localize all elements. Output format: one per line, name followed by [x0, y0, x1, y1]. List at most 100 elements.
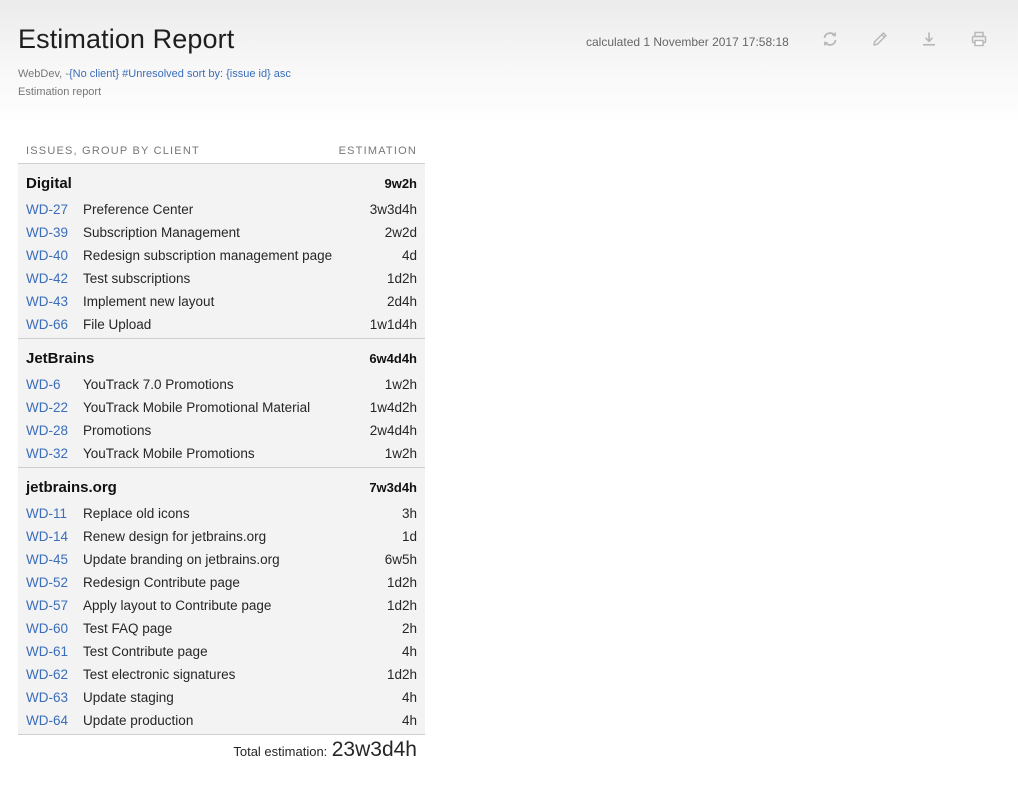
issue-estimation: 2h [401, 621, 417, 636]
issue-summary: Subscription Management [83, 225, 240, 240]
group-name: jetbrains.org [26, 479, 117, 496]
issue-row: WD-62 Test electronic signatures 1d2h [18, 663, 425, 686]
issue-id-link[interactable]: WD-52 [26, 575, 83, 590]
issue-estimation: 4h [401, 713, 417, 728]
group-total: 9w2h [384, 176, 417, 191]
issue-id-link[interactable]: WD-28 [26, 423, 83, 438]
group-name: Digital [26, 175, 72, 192]
issue-id-link[interactable]: WD-22 [26, 400, 83, 415]
issue-id-link[interactable]: WD-40 [26, 248, 83, 263]
issue-estimation: 4d [401, 248, 417, 263]
query-link[interactable]: {No client} #Unresolved sort by: {issue … [69, 68, 291, 80]
issue-row: WD-32 YouTrack Mobile Promotions 1w2h [18, 442, 425, 465]
group-name: JetBrains [26, 350, 95, 367]
calculated-timestamp: calculated 1 November 2017 17:58:18 [586, 35, 789, 49]
report-subtitle: Estimation report [18, 86, 102, 98]
query-project: WebDev, - [18, 68, 69, 80]
issue-summary: YouTrack Mobile Promotional Material [83, 400, 311, 415]
issue-estimation: 2w2d [384, 225, 417, 240]
refresh-icon[interactable] [819, 28, 841, 50]
issue-id-link[interactable]: WD-39 [26, 225, 83, 240]
issue-id-link[interactable]: WD-14 [26, 529, 83, 544]
issue-row: WD-14 Renew design for jetbrains.org 1d [18, 525, 425, 548]
issue-id-link[interactable]: WD-45 [26, 552, 83, 567]
issue-id-link[interactable]: WD-11 [26, 506, 83, 521]
issue-row: WD-64 Update production 4h [18, 709, 425, 732]
issue-summary: Update staging [83, 690, 174, 705]
group-header: jetbrains.org 7w3d4h [18, 479, 425, 502]
issue-summary: Implement new layout [83, 294, 215, 309]
issue-estimation: 1d2h [386, 271, 417, 286]
issue-estimation: 1d2h [386, 667, 417, 682]
issue-row: WD-60 Test FAQ page 2h [18, 617, 425, 640]
issue-estimation: 4h [401, 644, 417, 659]
issue-id-link[interactable]: WD-57 [26, 598, 83, 613]
group-header: Digital 9w2h [18, 175, 425, 198]
download-icon[interactable] [918, 28, 940, 50]
group-header: JetBrains 6w4d4h [18, 350, 425, 373]
issue-row: WD-22 YouTrack Mobile Promotional Materia… [18, 396, 425, 419]
issue-row: WD-11 Replace old icons 3h [18, 502, 425, 525]
issue-summary: File Upload [83, 317, 152, 332]
issue-estimation: 1w2h [384, 446, 417, 461]
issue-estimation: 3w3d4h [369, 202, 417, 217]
issue-id-link[interactable]: WD-62 [26, 667, 83, 682]
issue-id-link[interactable]: WD-64 [26, 713, 83, 728]
print-icon[interactable] [968, 28, 990, 50]
issue-summary: Test subscriptions [83, 271, 191, 286]
column-header-estimation: ESTIMATION [338, 145, 417, 157]
issue-estimation: 2w4d4h [369, 423, 417, 438]
issue-summary: Redesign subscription management page [83, 248, 333, 263]
issue-row: WD-66 File Upload 1w1d4h [18, 313, 425, 336]
issue-estimation: 1d [401, 529, 417, 544]
page-title: Estimation Report [18, 24, 235, 54]
header-background [0, 0, 1018, 125]
issue-estimation: 1w2h [384, 377, 417, 392]
issue-id-link[interactable]: WD-66 [26, 317, 83, 332]
estimation-table: ISSUES, GROUP BY CLIENT ESTIMATION Digit… [18, 145, 425, 735]
group-total: 7w3d4h [369, 480, 417, 495]
issue-estimation: 1w4d2h [369, 400, 417, 415]
total-estimation-value: 23w3d4h [331, 738, 417, 761]
issue-row: WD-43 Implement new layout 2d4h [18, 290, 425, 313]
search-query: WebDev, -{No client} #Unresolved sort by… [18, 68, 291, 80]
issue-summary: Test FAQ page [83, 621, 173, 636]
issue-row: WD-52 Redesign Contribute page 1d2h [18, 571, 425, 594]
issue-id-link[interactable]: WD-60 [26, 621, 83, 636]
issue-summary: Update production [83, 713, 194, 728]
issue-summary: Renew design for jetbrains.org [83, 529, 267, 544]
issue-row: WD-45 Update branding on jetbrains.org 6w5… [18, 548, 425, 571]
issue-summary: Promotions [83, 423, 152, 438]
issue-estimation: 1d2h [386, 598, 417, 613]
issue-row: WD-39 Subscription Management 2w2d [18, 221, 425, 244]
issue-row: WD-27 Preference Center 3w3d4h [18, 198, 425, 221]
group-total: 6w4d4h [369, 351, 417, 366]
issue-summary: Test electronic signatures [83, 667, 236, 682]
issue-id-link[interactable]: WD-42 [26, 271, 83, 286]
issue-id-link[interactable]: WD-27 [26, 202, 83, 217]
issue-estimation: 4h [401, 690, 417, 705]
issue-summary: Apply layout to Contribute page [83, 598, 272, 613]
table-header: ISSUES, GROUP BY CLIENT ESTIMATION [18, 145, 425, 164]
issue-row: WD-40 Redesign subscription management pa… [18, 244, 425, 267]
issue-estimation: 1d2h [386, 575, 417, 590]
issue-summary: Update branding on jetbrains.org [83, 552, 280, 567]
column-header-issues: ISSUES, GROUP BY CLIENT [26, 145, 200, 157]
issue-summary: Replace old icons [83, 506, 190, 521]
issue-id-link[interactable]: WD-6 [26, 377, 83, 392]
issue-estimation: 3h [401, 506, 417, 521]
issue-row: WD-42 Test subscriptions 1d2h [18, 267, 425, 290]
issue-row: WD-61 Test Contribute page 4h [18, 640, 425, 663]
issue-id-link[interactable]: WD-63 [26, 690, 83, 705]
issue-summary: YouTrack 7.0 Promotions [83, 377, 234, 392]
issue-summary: YouTrack Mobile Promotions [83, 446, 255, 461]
issue-id-link[interactable]: WD-61 [26, 644, 83, 659]
issue-summary: Test Contribute page [83, 644, 208, 659]
issue-id-link[interactable]: WD-32 [26, 446, 83, 461]
issue-row: WD-57 Apply layout to Contribute page 1d2h [18, 594, 425, 617]
issue-id-link[interactable]: WD-43 [26, 294, 83, 309]
issue-row: WD-6 YouTrack 7.0 Promotions 1w2h [18, 373, 425, 396]
total-estimation-label: Total estimation: [233, 744, 328, 759]
edit-icon[interactable] [869, 28, 891, 50]
client-group: Digital 9w2h WD-27 Preference Center 3w3d4h W… [18, 164, 425, 339]
